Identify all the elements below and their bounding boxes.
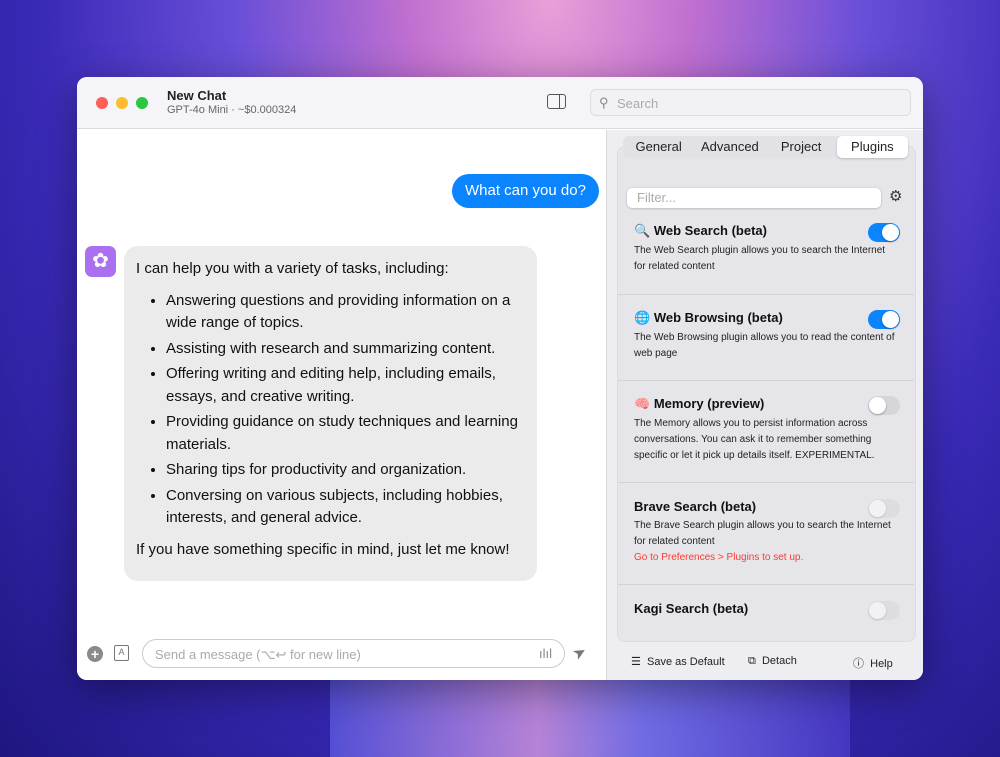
help-button[interactable]: ⓘ Help (853, 655, 893, 671)
plugin-name: Brave Search (beta) (634, 499, 757, 514)
message-input[interactable]: Send a message (⌥↩ for new line) ılıl (142, 639, 565, 668)
tab-general[interactable]: General (623, 136, 694, 158)
voice-waveform-icon[interactable]: ılıl (539, 646, 552, 661)
chat-title: New Chat (167, 88, 227, 103)
assistant-avatar-icon: ✿ (85, 246, 116, 277)
plugin-desc: The Web Browsing plugin allows you to re… (634, 332, 895, 359)
panel-footer: ☰ Save as Default ⧉ Detach ⓘ Help (617, 645, 916, 677)
settings-panel: General Advanced Project Plugins Filter.… (607, 130, 923, 680)
help-icon: ⓘ (853, 658, 864, 670)
minimize-button[interactable] (116, 97, 128, 109)
app-window: New Chat GPT-4o Mini · ~$0.000324 ⚲ Searc… (77, 77, 923, 680)
memory-toggle[interactable] (868, 396, 900, 415)
close-button[interactable] (96, 97, 108, 109)
composer: + A Send a message (⌥↩ for new line) ılıl… (77, 635, 606, 671)
chat-area: What can you do? ✿ I can help you with a… (77, 130, 606, 680)
brave-search-toggle[interactable] (868, 499, 900, 518)
zoom-button[interactable] (136, 97, 148, 109)
tab-project[interactable]: Project (766, 136, 837, 158)
assistant-list: Answering questions and providing inform… (166, 290, 525, 530)
list-item: Providing guidance on study techniques a… (166, 411, 525, 456)
assistant-intro: I can help you with a variety of tasks, … (136, 260, 449, 277)
plugin-desc: The Brave Search plugin allows you to se… (634, 520, 891, 547)
search-input[interactable]: ⚲ Search (590, 89, 911, 116)
filter-input[interactable]: Filter... (627, 188, 881, 208)
list-item: Conversing on various subjects, includin… (166, 485, 525, 530)
detach-icon: ⧉ (748, 655, 756, 667)
magnifier-icon: 🔍 (634, 223, 651, 238)
prompt-library-icon[interactable]: A (114, 645, 129, 661)
search-icon: ⚲ (599, 95, 609, 110)
plugin-name: Kagi Search (beta) (634, 601, 749, 616)
desktop-wallpaper (330, 680, 850, 757)
save-default-label: Save as Default (647, 656, 725, 668)
list-item: Answering questions and providing inform… (166, 290, 525, 335)
plugin-setup-link[interactable]: Go to Preferences > Plugins to set up. (634, 550, 898, 566)
plugin-name: Web Search (beta) (653, 223, 767, 238)
toggle-sidebar-icon[interactable] (547, 94, 566, 109)
plugin-name: Web Browsing (beta) (653, 310, 783, 325)
assistant-outro: If you have something specific in mind, … (136, 540, 510, 558)
globe-icon: 🌐 (634, 310, 651, 325)
plugin-memory: 🧠 Memory (preview) The Memory allows you… (618, 396, 914, 483)
send-icon[interactable]: ➤ (569, 641, 591, 665)
web-browsing-toggle[interactable] (868, 310, 900, 329)
save-default-icon: ☰ (631, 656, 641, 668)
tab-advanced[interactable]: Advanced (694, 136, 765, 158)
brain-icon: 🧠 (634, 396, 651, 411)
search-placeholder: Search (617, 96, 659, 111)
plugin-kagi-search: Kagi Search (beta) (618, 601, 914, 641)
plugin-web-browsing: 🌐 Web Browsing (beta) The Web Browsing p… (618, 310, 914, 381)
tab-bar: General Advanced Project Plugins (623, 136, 908, 158)
detach-button[interactable]: ⧉ Detach (748, 655, 797, 668)
save-default-button[interactable]: ☰ Save as Default (631, 655, 725, 668)
add-attachment-icon[interactable]: + (87, 646, 103, 662)
plugin-web-search: 🔍 Web Search (beta) The Web Search plugi… (618, 223, 914, 295)
tab-plugins[interactable]: Plugins (836, 136, 908, 158)
help-label: Help (870, 658, 893, 670)
chat-subtitle: GPT-4o Mini · ~$0.000324 (167, 104, 297, 116)
plugin-desc: The Web Search plugin allows you to sear… (634, 245, 886, 272)
plugin-desc: The Memory allows you to persist informa… (634, 418, 875, 461)
message-placeholder: Send a message (⌥↩ for new line) (155, 647, 361, 662)
detach-label: Detach (761, 655, 797, 667)
list-item: Offering writing and editing help, inclu… (166, 363, 525, 408)
list-item: Assisting with research and summarizing … (166, 338, 525, 361)
list-item: Sharing tips for productivity and organi… (166, 459, 525, 482)
kagi-search-toggle[interactable] (868, 601, 900, 620)
web-search-toggle[interactable] (868, 223, 900, 242)
title-bar: New Chat GPT-4o Mini · ~$0.000324 ⚲ Searc… (77, 77, 923, 129)
plugin-name: Memory (preview) (653, 396, 765, 411)
gear-icon[interactable]: ⚙ (889, 187, 902, 205)
assistant-message: I can help you with a variety of tasks, … (124, 246, 537, 581)
user-message: What can you do? (452, 174, 599, 208)
plugin-brave-search: Brave Search (beta) The Brave Search plu… (618, 499, 914, 585)
